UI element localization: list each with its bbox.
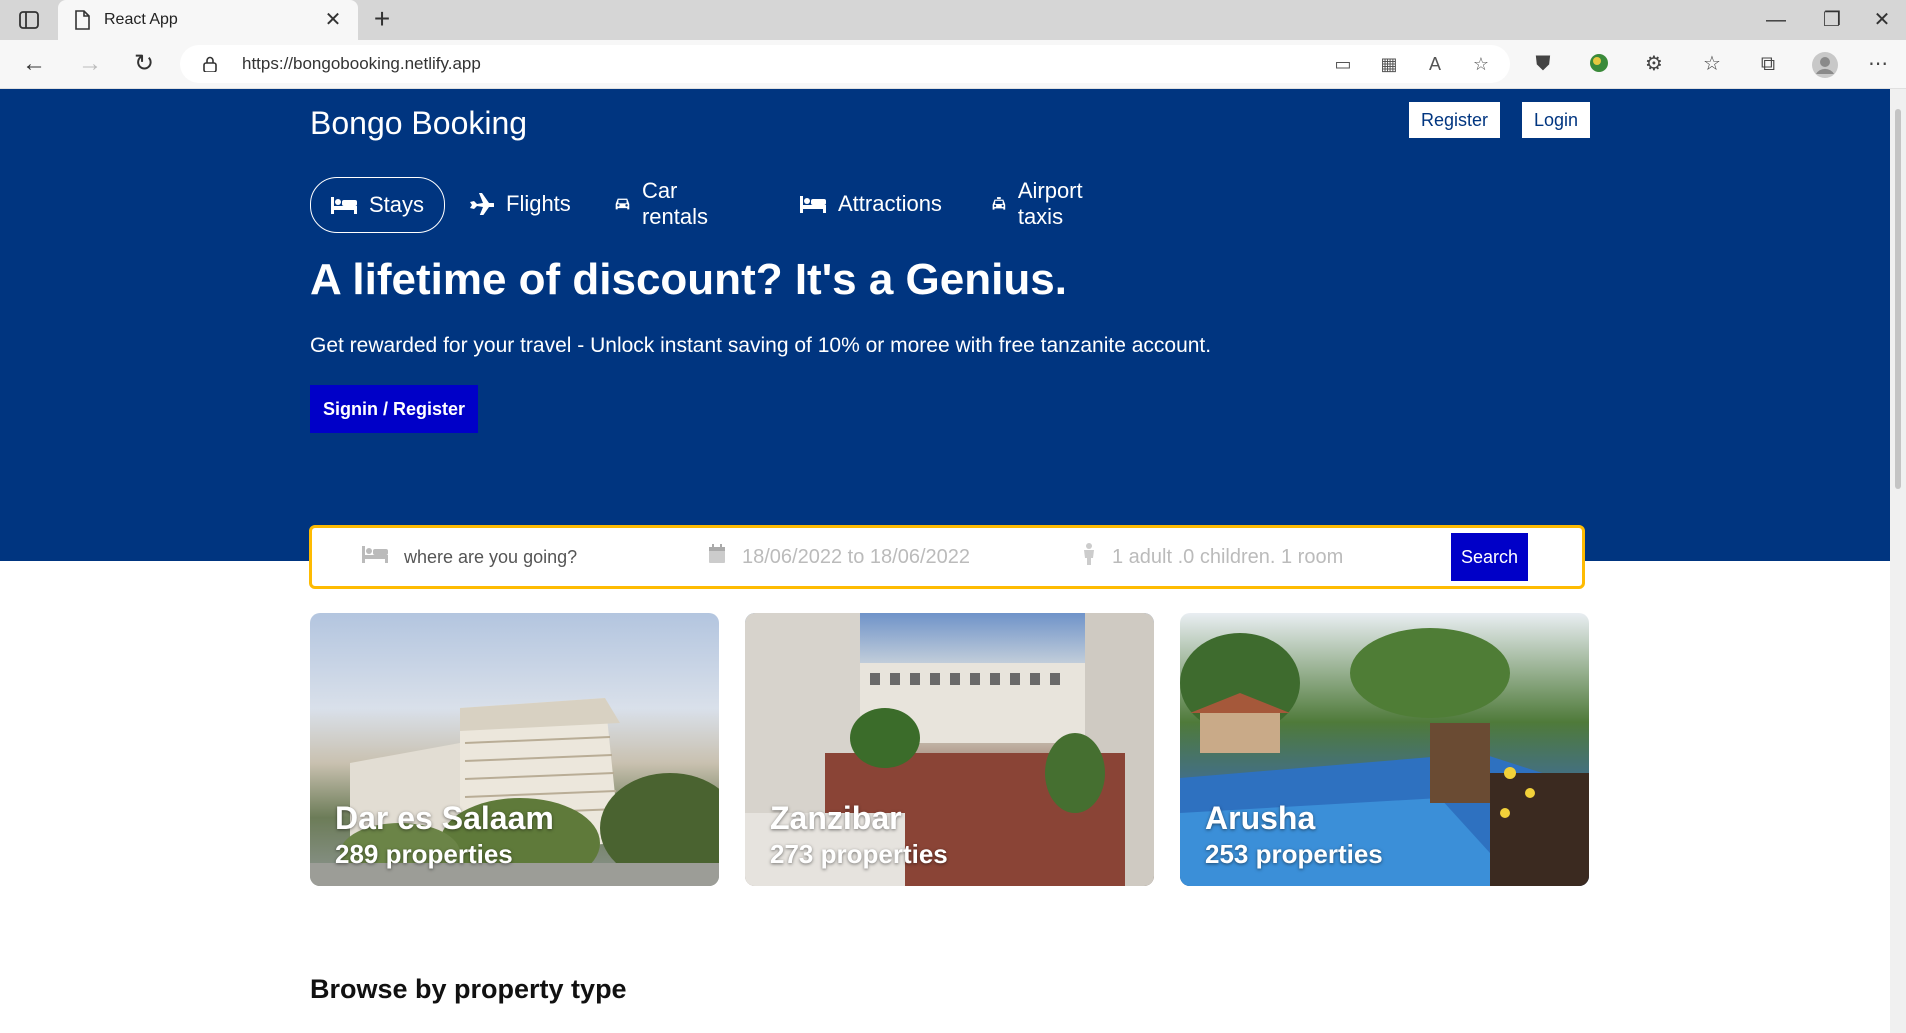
page-content: Bongo Booking Register Login Stays Fligh… [0,89,1890,1033]
nav-item-stays[interactable]: Stays [310,177,446,233]
page-scrollbar[interactable] [1890,89,1906,1033]
login-button[interactable]: Login [1522,102,1591,138]
featured-count: 253 properties [1205,839,1383,869]
tab-title: React App [104,11,178,28]
search-bar: where are you going? 18/06/2022 to 18/06… [309,525,1585,589]
hero-description: Get rewarded for your travel - Unlock in… [310,334,1212,357]
collections-icon[interactable]: ⧉ [1756,52,1780,76]
register-button[interactable]: Register [1409,102,1501,138]
minimize-icon[interactable]: — [1756,6,1796,34]
favorite-add-icon[interactable]: ☆ [1470,54,1492,74]
guests-field[interactable]: 1 adult .0 children. 1 room [1082,528,1442,586]
signin-register-button[interactable]: Signin / Register [310,385,479,433]
featured-titles: Dar es Salaam 289 properties [335,799,554,871]
app-available-icon[interactable]: ▭ [1332,54,1354,74]
nav-item-attractions[interactable]: Attractions [800,177,942,231]
bed-icon [362,544,388,570]
tab-actions-icon[interactable] [18,9,40,31]
hero-header: Bongo Booking Register Login Stays Fligh… [0,89,1890,561]
browser-address-bar: ← → ↻ https://bongobooking.netlify.app ▭… [0,40,1906,89]
taxi-icon [992,197,1006,210]
featured-titles: Arusha 253 properties [1205,799,1383,871]
featured-card-zanzibar[interactable]: Zanzibar 273 properties [745,613,1154,886]
featured-name: Dar es Salaam [335,800,554,836]
forward-icon[interactable]: → [76,50,104,78]
nav-item-label: Flights [506,191,571,216]
property-type-heading: Browse by property type [310,974,627,1004]
url-text: https://bongobooking.netlify.app [242,54,481,73]
extension-globe-icon[interactable] [1587,52,1611,76]
car-icon [615,198,630,210]
featured-name: Arusha [1205,800,1316,836]
plane-icon [470,193,494,215]
featured-titles: Zanzibar 273 properties [770,799,948,871]
hero-title: A lifetime of discount? It's a Genius. [310,255,1067,304]
bed-icon [800,196,826,213]
nav-item-label: Stays [369,192,425,217]
favorites-icon[interactable]: ☆ [1700,52,1724,76]
more-options-icon[interactable]: ⋯ [1866,52,1890,76]
featured-count: 273 properties [770,839,948,869]
guests-text: 1 adult .0 children. 1 room [1112,545,1344,568]
search-button[interactable]: Search [1451,533,1528,581]
date-range-text: 18/06/2022 to 18/06/2022 [742,545,970,568]
nav-item-airport-taxis[interactable]: Airport taxis [992,177,1091,231]
destination-placeholder: where are you going? [404,546,578,567]
page-icon [74,10,92,30]
refresh-icon[interactable]: ↻ [130,50,158,78]
destination-field[interactable]: where are you going? [362,528,662,586]
profile-avatar-icon[interactable] [1812,52,1838,78]
browser-tab[interactable]: React App ✕ [58,0,358,40]
site-logo[interactable]: Bongo Booking [310,105,527,142]
nav-item-flights[interactable]: Flights [470,177,571,231]
reader-grid-icon[interactable]: ▦ [1378,54,1400,74]
featured-count: 289 properties [335,839,513,869]
restore-icon[interactable]: ❐ [1812,6,1852,34]
calendar-icon [708,544,726,570]
lock-icon[interactable] [202,56,218,73]
date-range-field[interactable]: 18/06/2022 to 18/06/2022 [708,528,1028,586]
read-aloud-icon[interactable]: A [1424,54,1446,74]
url-field[interactable]: https://bongobooking.netlify.app ▭ ▦ A ☆ [180,45,1510,83]
featured-destinations: Dar es Salaam 289 properties Zanzibar 27… [310,613,1590,886]
featured-name: Zanzibar [770,800,902,836]
nav-item-label: Car rentals [641,178,708,229]
person-icon [1082,543,1096,571]
scrollbar-thumb[interactable] [1895,109,1901,489]
featured-card-arusha[interactable]: Arusha 253 properties [1180,613,1589,886]
bed-icon [331,197,357,214]
back-icon[interactable]: ← [20,50,48,78]
nav-item-label: Airport taxis [1017,178,1083,229]
new-tab-icon[interactable]: + [368,5,396,33]
close-tab-icon[interactable]: ✕ [322,9,344,31]
close-window-icon[interactable]: ✕ [1862,6,1902,34]
nav-item-label: Attractions [838,191,942,216]
featured-card-dar-es-salaam[interactable]: Dar es Salaam 289 properties [310,613,719,886]
extensions-icon[interactable]: ⚙ [1642,52,1666,76]
nav-item-car-rentals[interactable]: Car rentals [615,177,715,231]
browser-tab-bar: React App ✕ + — ❐ ✕ [0,0,1906,40]
shield-icon[interactable]: ⛊ [1531,52,1555,76]
